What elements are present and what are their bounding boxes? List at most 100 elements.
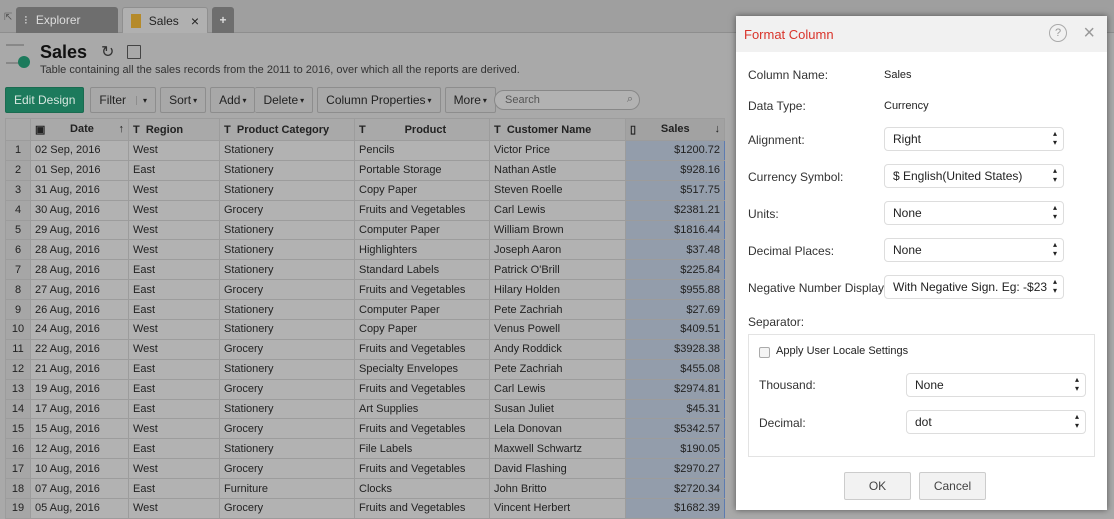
- table-cell[interactable]: $955.88: [625, 279, 725, 301]
- table-cell[interactable]: Stationery: [219, 179, 355, 201]
- column-header-sales[interactable]: ▯ Sales ↓: [625, 118, 725, 141]
- table-row[interactable]: 17 10 Aug, 2016 West Grocery Fruits and Vege…: [5, 458, 725, 480]
- table-cell[interactable]: Grocery: [219, 199, 355, 221]
- table-cell[interactable]: 05 Aug, 2016: [30, 498, 129, 519]
- table-cell[interactable]: Grocery: [219, 338, 355, 360]
- table-cell[interactable]: 30 Aug, 2016: [30, 199, 129, 221]
- table-cell[interactable]: $1200.72: [625, 140, 725, 161]
- table-cell[interactable]: Stationery: [219, 159, 355, 181]
- refresh-icon[interactable]: ↻: [101, 42, 114, 62]
- table-cell[interactable]: Fruits and Vegetables: [354, 279, 490, 301]
- table-cell[interactable]: Stationery: [219, 319, 355, 340]
- table-row[interactable]: 12 21 Aug, 2016 East Stationery Specialty En…: [5, 358, 725, 380]
- table-cell[interactable]: East: [128, 378, 220, 400]
- sort-button[interactable]: Sort ▾: [160, 87, 207, 113]
- table-cell[interactable]: $225.84: [625, 259, 725, 281]
- table-cell[interactable]: Joseph Aaron: [489, 239, 626, 261]
- table-cell[interactable]: Hilary Holden: [489, 279, 626, 301]
- locale-checkbox-label[interactable]: Apply User Locale Settings: [776, 345, 908, 357]
- table-row[interactable]: 19 05 Aug, 2016 West Grocery Fruits and Vege…: [5, 498, 725, 519]
- table-cell[interactable]: East: [128, 398, 220, 420]
- table-cell[interactable]: 02 Sep, 2016: [30, 140, 129, 161]
- table-row[interactable]: 7 28 Aug, 2016 East Stationery Standard Labe…: [5, 259, 725, 281]
- table-row[interactable]: 4 30 Aug, 2016 West Grocery Fruits and Veget…: [5, 199, 725, 221]
- table-row[interactable]: 8 27 Aug, 2016 East Grocery Fruits and Veget…: [5, 279, 725, 301]
- table-cell[interactable]: $3928.38: [625, 338, 725, 360]
- table-row[interactable]: 9 26 Aug, 2016 East Stationery Computer Pape…: [5, 299, 725, 321]
- table-cell[interactable]: 17 Aug, 2016: [30, 398, 129, 420]
- table-cell[interactable]: West: [128, 498, 220, 519]
- table-cell[interactable]: 07 Aug, 2016: [30, 478, 129, 500]
- table-cell[interactable]: East: [128, 478, 220, 500]
- table-cell[interactable]: Specialty Envelopes: [354, 358, 490, 380]
- table-cell[interactable]: 31 Aug, 2016: [30, 179, 129, 201]
- cancel-button[interactable]: Cancel: [919, 472, 986, 500]
- decimal-select[interactable]: dot: [906, 410, 1086, 434]
- table-cell[interactable]: Fruits and Vegetables: [354, 199, 490, 221]
- table-cell[interactable]: Venus Powell: [489, 319, 626, 340]
- table-cell[interactable]: Fruits and Vegetables: [354, 378, 490, 400]
- table-cell[interactable]: $2970.27: [625, 458, 725, 480]
- filter-button[interactable]: Filter ▾: [90, 87, 157, 113]
- table-cell[interactable]: Standard Labels: [354, 259, 490, 281]
- table-cell[interactable]: Grocery: [219, 458, 355, 480]
- table-cell[interactable]: West: [128, 199, 220, 221]
- table-cell[interactable]: Computer Paper: [354, 299, 490, 321]
- table-cell[interactable]: Victor Price: [489, 140, 626, 161]
- table-cell[interactable]: West: [128, 219, 220, 241]
- table-cell[interactable]: East: [128, 159, 220, 181]
- table-cell[interactable]: $1682.39: [625, 498, 725, 519]
- table-row[interactable]: 14 17 Aug, 2016 East Stationery Art Supplies…: [5, 398, 725, 420]
- restore-icon[interactable]: ⇱: [4, 12, 12, 23]
- table-cell[interactable]: East: [128, 358, 220, 380]
- table-cell[interactable]: $517.75: [625, 179, 725, 201]
- table-cell[interactable]: Andy Roddick: [489, 338, 626, 360]
- table-row[interactable]: 11 22 Aug, 2016 West Grocery Fruits and Vege…: [5, 338, 725, 360]
- table-row[interactable]: 16 12 Aug, 2016 East Stationery File Labels M…: [5, 438, 725, 460]
- table-cell[interactable]: 12 Aug, 2016: [30, 438, 129, 460]
- table-cell[interactable]: Fruits and Vegetables: [354, 498, 490, 519]
- delete-button[interactable]: Delete ▾: [255, 87, 314, 113]
- column-header-product-category[interactable]: T Product Category: [219, 118, 355, 141]
- table-cell[interactable]: David Flashing: [489, 458, 626, 480]
- table-cell[interactable]: 01 Sep, 2016: [30, 159, 129, 181]
- table-cell[interactable]: 19 Aug, 2016: [30, 378, 129, 400]
- table-cell[interactable]: Nathan Astle: [489, 159, 626, 181]
- table-cell[interactable]: Lela Donovan: [489, 418, 626, 440]
- table-cell[interactable]: $409.51: [625, 319, 725, 340]
- table-cell[interactable]: Steven Roelle: [489, 179, 626, 201]
- table-cell[interactable]: File Labels: [354, 438, 490, 460]
- table-cell[interactable]: 22 Aug, 2016: [30, 338, 129, 360]
- table-cell[interactable]: Stationery: [219, 398, 355, 420]
- table-cell[interactable]: Art Supplies: [354, 398, 490, 420]
- table-cell[interactable]: Stationery: [219, 219, 355, 241]
- table-cell[interactable]: Furniture: [219, 478, 355, 500]
- column-header-product[interactable]: T Product: [354, 118, 490, 141]
- table-cell[interactable]: Carl Lewis: [489, 199, 626, 221]
- locale-checkbox[interactable]: [759, 347, 770, 358]
- table-cell[interactable]: $45.31: [625, 398, 725, 420]
- decimal-places-select[interactable]: None: [884, 238, 1064, 262]
- ok-button[interactable]: OK: [844, 472, 911, 500]
- table-cell[interactable]: Copy Paper: [354, 319, 490, 340]
- table-row[interactable]: 15 15 Aug, 2016 West Grocery Fruits and Vege…: [5, 418, 725, 440]
- table-cell[interactable]: Stationery: [219, 239, 355, 261]
- more-button[interactable]: More ▾: [444, 87, 496, 113]
- table-cell[interactable]: East: [128, 299, 220, 321]
- table-cell[interactable]: $37.48: [625, 239, 725, 261]
- table-cell[interactable]: 24 Aug, 2016: [30, 319, 129, 340]
- table-cell[interactable]: $2974.81: [625, 378, 725, 400]
- table-cell[interactable]: Stationery: [219, 438, 355, 460]
- table-cell[interactable]: Stationery: [219, 358, 355, 380]
- table-row[interactable]: 3 31 Aug, 2016 West Stationery Copy Paper Ste…: [5, 179, 725, 201]
- table-cell[interactable]: East: [128, 259, 220, 281]
- table-row[interactable]: 1 02 Sep, 2016 West Stationery Pencils Victor…: [5, 140, 725, 161]
- tab-sales[interactable]: Sales ×: [122, 7, 208, 33]
- table-cell[interactable]: $27.69: [625, 299, 725, 321]
- table-cell[interactable]: Pete Zachriah: [489, 299, 626, 321]
- table-cell[interactable]: Portable Storage: [354, 159, 490, 181]
- table-cell[interactable]: 26 Aug, 2016: [30, 299, 129, 321]
- table-row[interactable]: 13 19 Aug, 2016 East Grocery Fruits and Vege…: [5, 378, 725, 400]
- column-properties-button[interactable]: Column Properties ▾: [317, 87, 441, 113]
- table-cell[interactable]: Fruits and Vegetables: [354, 458, 490, 480]
